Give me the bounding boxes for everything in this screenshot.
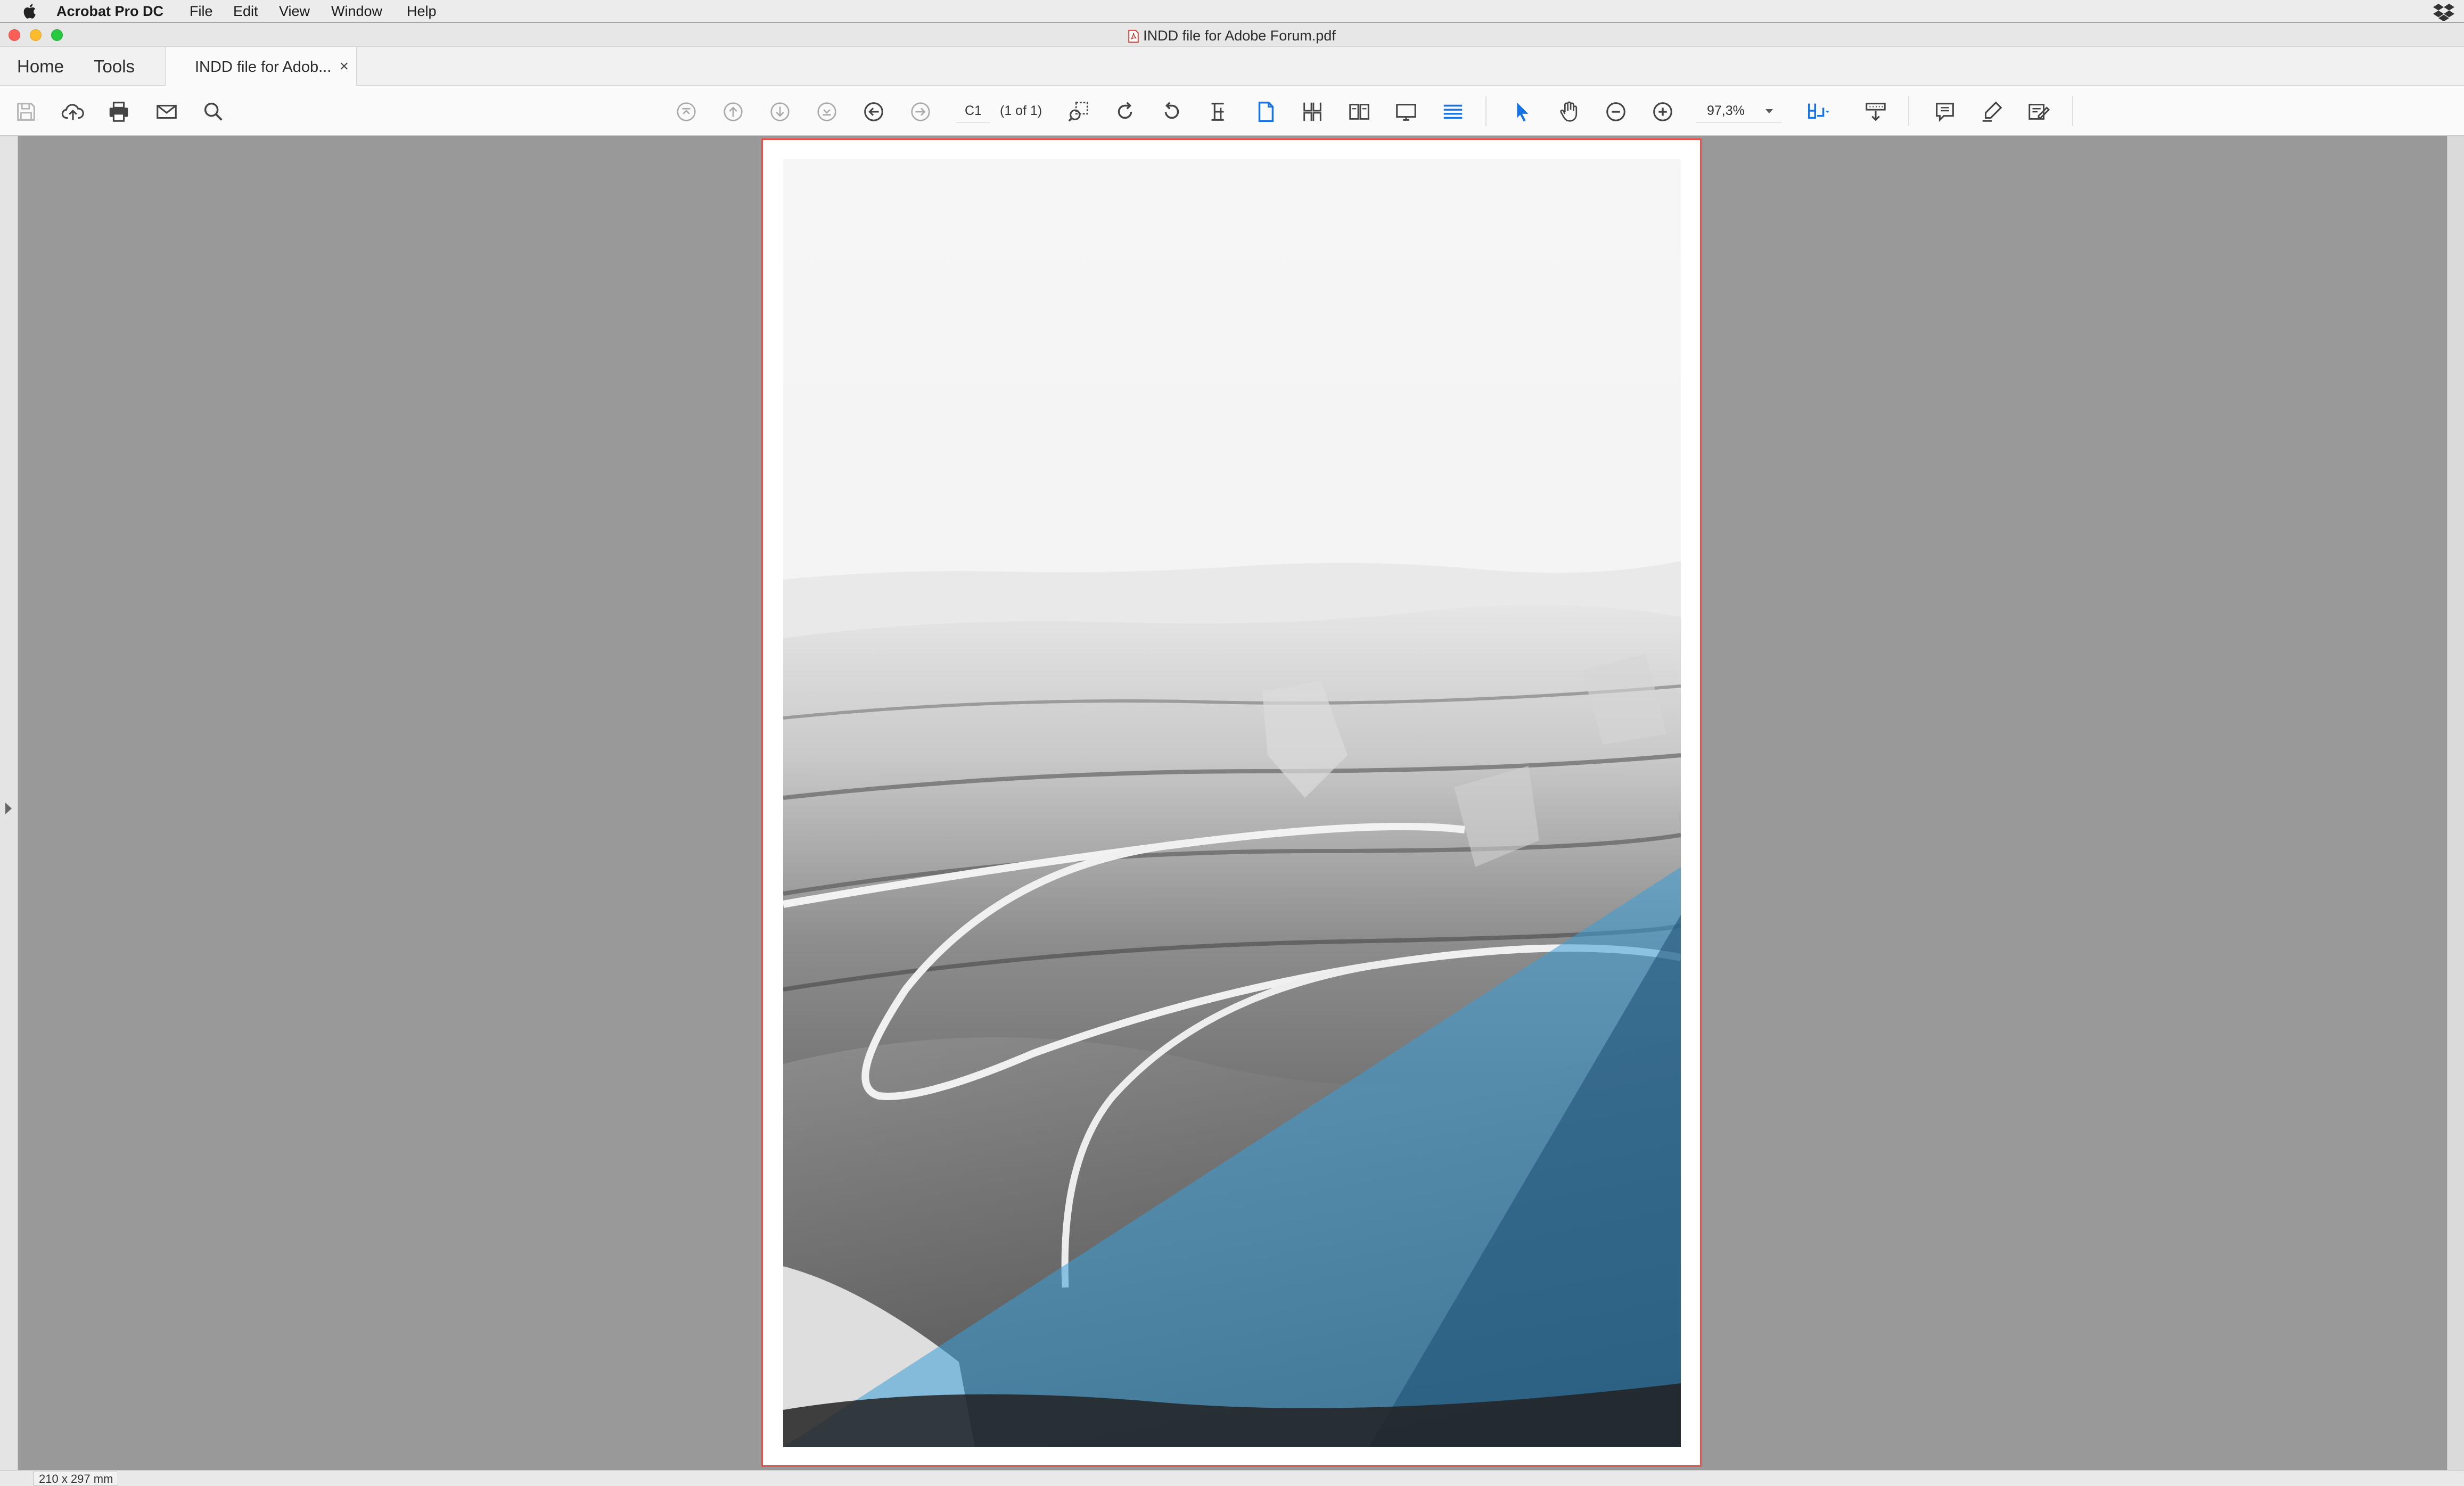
single-page-view-icon[interactable] bbox=[1253, 100, 1278, 124]
fit-page-icon[interactable] bbox=[1206, 100, 1231, 124]
toolbar-divider bbox=[1485, 96, 1486, 126]
fill-and-sign-icon[interactable] bbox=[2026, 100, 2051, 124]
menu-edit[interactable]: Edit bbox=[233, 3, 258, 19]
right-pane-rail bbox=[2447, 136, 2464, 1477]
toolbar-divider bbox=[2072, 96, 2073, 126]
close-tab-icon[interactable]: × bbox=[339, 57, 349, 76]
menu-window[interactable]: Window bbox=[331, 3, 382, 19]
rotate-counterclockwise-icon[interactable] bbox=[1160, 100, 1184, 124]
menu-view[interactable]: View bbox=[279, 3, 310, 19]
hand-tool-icon[interactable] bbox=[1557, 100, 1581, 124]
pdf-file-icon bbox=[1128, 29, 1139, 43]
reading-mode-icon[interactable] bbox=[1441, 100, 1465, 124]
two-page-view-icon[interactable] bbox=[1347, 100, 1371, 124]
download-tools-icon[interactable] bbox=[1863, 100, 1888, 124]
page-size-readout: 210 x 297 mm bbox=[33, 1472, 118, 1485]
presentation-mode-icon[interactable] bbox=[1394, 100, 1418, 124]
left-navigation-pane bbox=[0, 136, 18, 1477]
pdf-page bbox=[761, 138, 1702, 1467]
tab-home[interactable]: Home bbox=[17, 56, 64, 77]
page-image bbox=[783, 159, 1681, 1447]
toolbar-divider bbox=[1908, 96, 1909, 126]
dropbox-icon[interactable] bbox=[2433, 3, 2454, 21]
title-bar: INDD file for Adobe Forum.pdf bbox=[0, 23, 2464, 46]
save-icon[interactable] bbox=[14, 100, 38, 124]
expand-pane-arrow-icon[interactable] bbox=[5, 803, 12, 814]
comment-icon[interactable] bbox=[1933, 100, 1957, 124]
email-icon[interactable] bbox=[154, 100, 179, 124]
marquee-zoom-icon[interactable] bbox=[1066, 100, 1090, 124]
menu-bar: Acrobat Pro DC File Edit View Window Hel… bbox=[0, 0, 2464, 22]
menu-app-name[interactable]: Acrobat Pro DC bbox=[56, 3, 163, 19]
page-display-menu-icon[interactable] bbox=[1806, 100, 1830, 124]
previous-page-icon[interactable] bbox=[721, 100, 745, 124]
print-icon[interactable] bbox=[106, 100, 131, 124]
previous-view-icon[interactable] bbox=[861, 100, 886, 124]
cloud-upload-icon[interactable] bbox=[61, 100, 85, 124]
next-page-icon[interactable] bbox=[768, 100, 792, 124]
window-title: INDD file for Adobe Forum.pdf bbox=[1143, 28, 1336, 44]
first-page-icon[interactable] bbox=[674, 100, 699, 124]
highlight-pen-icon[interactable] bbox=[1980, 100, 2004, 124]
search-icon[interactable] bbox=[201, 100, 226, 124]
menu-file[interactable]: File bbox=[190, 3, 213, 19]
tab-document[interactable]: INDD file for Adob... × bbox=[165, 47, 357, 86]
apple-icon[interactable] bbox=[21, 2, 39, 21]
tab-tools[interactable]: Tools bbox=[94, 56, 135, 77]
next-view-icon[interactable] bbox=[908, 100, 933, 124]
select-tool-icon[interactable] bbox=[1510, 100, 1534, 124]
page-number-input[interactable]: C1 bbox=[956, 99, 990, 122]
zoom-out-icon[interactable] bbox=[1604, 100, 1628, 124]
toolbar: C1 (1 of 1) 97,3% bbox=[0, 86, 2464, 136]
last-page-icon[interactable] bbox=[815, 100, 839, 124]
window-title-wrap: INDD file for Adobe Forum.pdf bbox=[0, 28, 2464, 44]
zoom-dropdown-arrow-icon[interactable] bbox=[1765, 109, 1773, 113]
status-bar: 210 x 297 mm bbox=[0, 1470, 2464, 1486]
menu-help[interactable]: Help bbox=[407, 3, 437, 19]
scrolling-view-icon[interactable] bbox=[1300, 100, 1325, 124]
rotate-clockwise-icon[interactable] bbox=[1113, 100, 1137, 124]
page-count-label: (1 of 1) bbox=[1000, 103, 1042, 118]
tab-document-label: INDD file for Adob... bbox=[195, 59, 332, 76]
tab-bar: Home Tools INDD file for Adob... × bbox=[0, 46, 2464, 86]
zoom-in-icon[interactable] bbox=[1650, 100, 1675, 124]
mine-photo-graphic bbox=[783, 159, 1681, 1447]
